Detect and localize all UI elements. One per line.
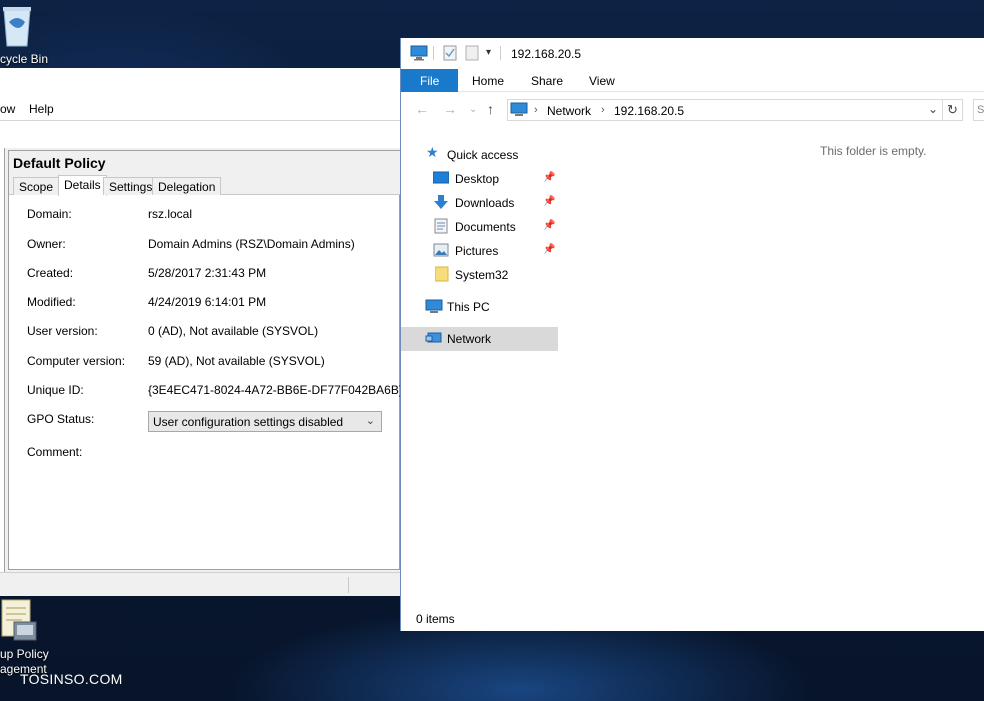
unique-id-label: Unique ID: <box>27 383 84 397</box>
watermark: TOSINSO.COM <box>20 671 123 687</box>
modified-value: 4/24/2019 6:14:01 PM <box>148 295 267 309</box>
downloads-icon <box>433 194 449 210</box>
chevron-down-icon: ⌄ <box>365 415 375 427</box>
window-title: 192.168.20.5 <box>511 47 582 61</box>
breadcrumb-separator-icon[interactable]: › <box>534 104 538 116</box>
nav-label: Downloads <box>455 196 515 210</box>
item-count: 0 items <box>416 612 455 626</box>
created-label: Created: <box>27 266 74 280</box>
search-box[interactable]: S <box>973 99 984 121</box>
nav-label: Quick access <box>447 148 519 162</box>
documents-icon <box>433 218 449 234</box>
menu-window[interactable]: ow <box>0 102 15 116</box>
recycle-bin-icon[interactable] <box>0 2 34 48</box>
recent-locations-icon[interactable]: ⌄ <box>469 104 477 115</box>
nav-network[interactable]: Network <box>401 327 558 351</box>
nav-label: This PC <box>447 300 490 314</box>
navigation-pane: ★ Quick access Desktop 📌 Downloads 📌 Doc… <box>401 132 558 612</box>
group-policy-management-label-line1[interactable]: up Policy <box>0 647 49 661</box>
nav-this-pc[interactable]: This PC <box>401 295 558 319</box>
tab-details[interactable]: Details <box>58 175 107 196</box>
tab-settings[interactable]: Settings <box>103 177 159 195</box>
nav-system32[interactable]: System32 <box>401 263 558 287</box>
group-policy-management-window: ow Help Default Policy Scope Details Set… <box>0 68 403 596</box>
gpmc-body: Default Policy Scope Details Settings De… <box>0 148 403 572</box>
address-bar[interactable]: › Network › 192.168.20.5 ⌄ <box>507 99 943 121</box>
desktop-icon <box>432 170 450 186</box>
tab-scope[interactable]: Scope <box>13 177 60 195</box>
tab-strip: Scope Details Settings Delegation <box>9 175 401 196</box>
recycle-bin-label[interactable]: cycle Bin <box>0 52 48 66</box>
menu-divider <box>0 120 400 121</box>
gpo-status-value: User configuration settings disabled <box>153 415 344 429</box>
qat-dropdown-icon[interactable]: ▾ <box>486 47 491 58</box>
tab-file[interactable]: File <box>401 69 458 92</box>
properties-icon[interactable] <box>443 45 457 66</box>
pin-icon[interactable]: 📌 <box>543 172 555 183</box>
nav-label: Desktop <box>455 172 500 186</box>
gpo-details-panel: Default Policy Scope Details Settings De… <box>8 150 403 570</box>
gpmc-status-bar <box>0 572 400 596</box>
forward-arrow-icon[interactable]: → <box>443 101 457 117</box>
domain-value: rsz.local <box>148 207 193 221</box>
group-policy-management-icon[interactable] <box>0 598 40 644</box>
empty-folder-message: This folder is empty. <box>820 144 927 158</box>
star-icon: ★ <box>426 144 439 160</box>
nav-label: Documents <box>455 220 516 234</box>
console-tree-edge[interactable] <box>0 148 5 572</box>
nav-label: System32 <box>455 268 509 282</box>
nav-documents[interactable]: Documents 📌 <box>401 215 558 239</box>
tab-delegation[interactable]: Delegation <box>152 177 222 195</box>
modified-label: Modified: <box>27 295 76 309</box>
folder-icon <box>434 266 451 282</box>
file-explorer-window: ▾ 192.168.20.5 File Home Share View ← → … <box>400 38 984 631</box>
network-location-icon <box>510 102 530 121</box>
panel-title: Default Policy <box>9 151 401 177</box>
tab-view[interactable]: View <box>589 74 615 88</box>
unique-id-value: {3E4EC471-8024-4A72-BB6E-DF77F042BA6B} <box>148 383 403 397</box>
breadcrumb-network[interactable]: Network <box>547 104 591 118</box>
ribbon-tabs: File Home Share View <box>401 69 984 92</box>
network-icon <box>425 330 442 346</box>
new-folder-icon[interactable] <box>465 45 479 66</box>
user-version-label: User version: <box>27 324 98 338</box>
up-arrow-icon[interactable]: ↑ <box>487 101 494 117</box>
gpo-status-label: GPO Status: <box>27 412 95 426</box>
nav-quick-access[interactable]: ★ Quick access <box>401 143 558 167</box>
address-dropdown-icon[interactable]: ⌄ <box>928 102 938 116</box>
pin-icon[interactable]: 📌 <box>543 220 555 231</box>
menu-bar: ow Help <box>0 98 400 120</box>
nav-pictures[interactable]: Pictures 📌 <box>401 239 558 263</box>
computer-icon[interactable] <box>410 45 428 66</box>
owner-label: Owner: <box>27 237 66 251</box>
pin-icon[interactable]: 📌 <box>543 196 555 207</box>
pin-icon[interactable]: 📌 <box>543 244 555 255</box>
computer-icon <box>425 298 443 314</box>
qat-divider-2 <box>500 46 501 60</box>
refresh-icon[interactable]: ↻ <box>943 99 963 121</box>
tab-home[interactable]: Home <box>472 74 504 88</box>
menu-help[interactable]: Help <box>29 102 54 116</box>
nav-downloads[interactable]: Downloads 📌 <box>401 191 558 215</box>
back-arrow-icon[interactable]: ← <box>415 101 429 117</box>
user-version-value: 0 (AD), Not available (SYSVOL) <box>148 324 319 338</box>
status-divider <box>348 577 349 593</box>
computer-version-value: 59 (AD), Not available (SYSVOL) <box>148 354 325 368</box>
nav-label: Pictures <box>455 244 499 258</box>
owner-value: Domain Admins (RSZ\Domain Admins) <box>148 237 355 251</box>
pictures-icon <box>433 242 449 258</box>
computer-version-label: Computer version: <box>27 354 126 368</box>
address-row: ← → ⌄ ↑ › Network › 192.168.20.5 ⌄ ↻ S <box>401 93 984 127</box>
gpo-status-dropdown[interactable]: User configuration settings disabled ⌄ <box>148 411 382 432</box>
nav-label: Network <box>447 332 492 346</box>
explorer-title-bar: ▾ 192.168.20.5 <box>401 38 984 69</box>
comment-label: Comment: <box>27 445 83 459</box>
breadcrumb-separator-icon-2[interactable]: › <box>601 104 605 116</box>
breadcrumb-current[interactable]: 192.168.20.5 <box>614 104 684 118</box>
domain-label: Domain: <box>27 207 72 221</box>
created-value: 5/28/2017 2:31:43 PM <box>148 266 267 280</box>
qat-divider <box>433 46 434 60</box>
nav-desktop[interactable]: Desktop 📌 <box>401 167 558 191</box>
tab-share[interactable]: Share <box>531 74 563 88</box>
